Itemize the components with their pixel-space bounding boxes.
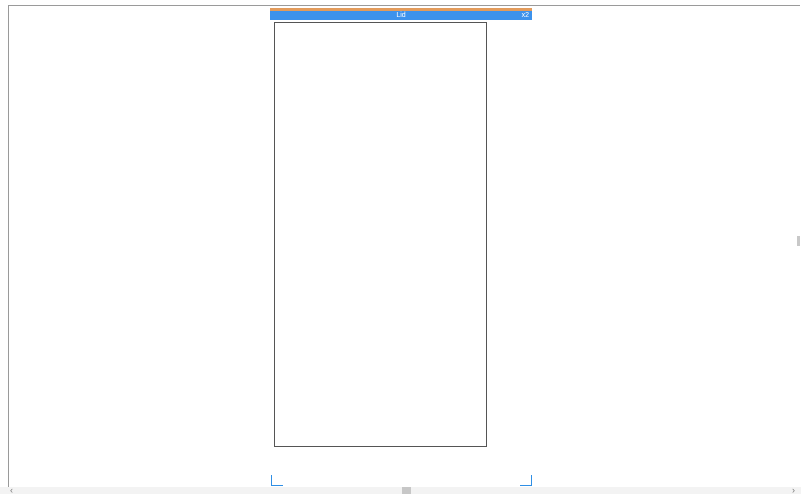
horizontal-scrollbar[interactable]: ‹ › [0,484,801,496]
scroll-right-icon[interactable]: › [792,484,795,496]
artboard[interactable] [274,22,487,447]
artboard-count: x2 [521,12,529,19]
selection-corner-bottom-left-icon [271,475,283,486]
artboard-header[interactable]: Lid x2 [270,8,532,20]
scroll-left-icon[interactable]: ‹ [10,484,13,496]
artboard-title: Lid [396,12,406,19]
selection-corner-bottom-right-icon [520,475,532,486]
vertical-scroll-indicator[interactable] [797,236,800,246]
scroll-thumb[interactable] [402,487,411,494]
